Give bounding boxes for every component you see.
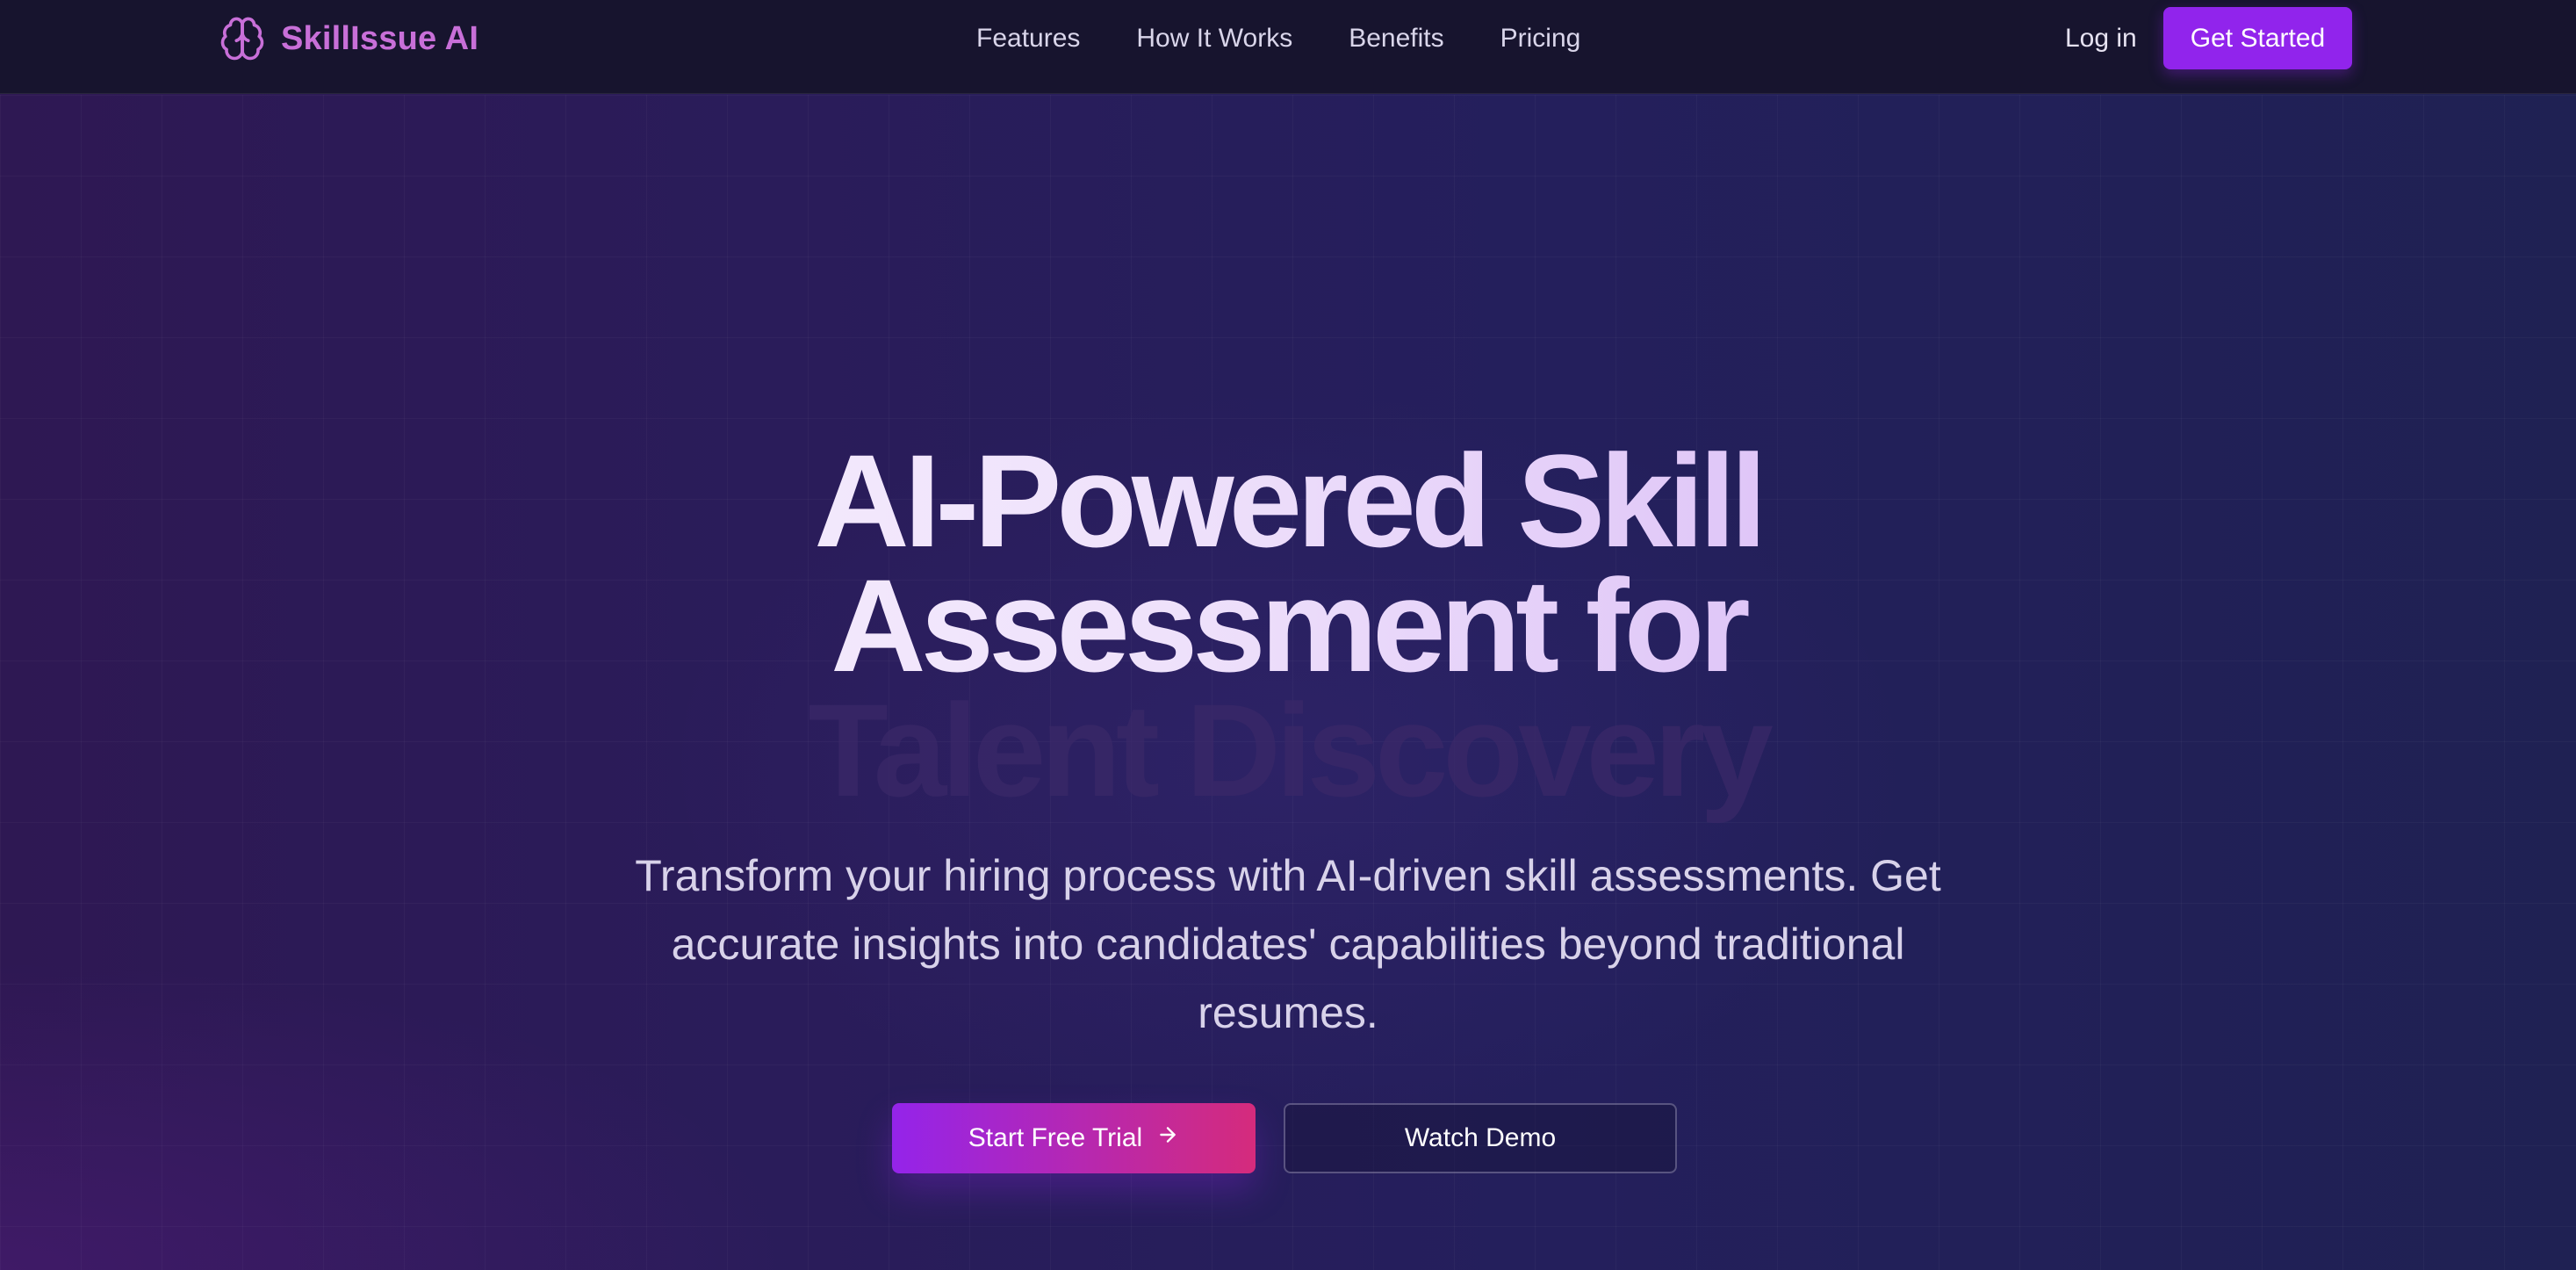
brand-logo-link[interactable]: SkillIssue AI [218,14,479,63]
watch-demo-button[interactable]: Watch Demo [1284,1103,1677,1173]
hero-title-line-2: Assessment for [0,559,2576,691]
watch-demo-label: Watch Demo [1404,1123,1557,1152]
brand-name: SkillIssue AI [281,19,479,57]
start-free-trial-label: Start Free Trial [968,1123,1143,1152]
hero-title-line-2-text: Assessment for [0,559,2576,691]
nav-link-benefits[interactable]: Benefits [1349,19,1443,58]
primary-nav: Features How It Works Benefits Pricing [976,19,1580,58]
nav-link-features[interactable]: Features [976,19,1080,58]
hero-subtitle: Transform your hiring process with AI-dr… [635,851,1941,1037]
login-link[interactable]: Log in [2065,19,2137,58]
nav-link-how-it-works[interactable]: How It Works [1136,19,1292,58]
brain-icon [218,14,267,63]
top-navbar: SkillIssue AI Features How It Works Bene… [0,0,2576,94]
get-started-button[interactable]: Get Started [2163,7,2352,69]
hero-title-line-3: Talent Discovery [0,676,2576,824]
nav-link-pricing[interactable]: Pricing [1500,19,1581,58]
hero-title-line-3-text: Talent Discovery [808,676,1773,824]
hero-title-line-1: AI-Powered Skill [0,435,2576,566]
arrow-right-icon [1156,1123,1179,1153]
start-free-trial-button[interactable]: Start Free Trial [892,1103,1256,1173]
hero-title-line-1-text: AI-Powered Skill [0,435,2576,566]
